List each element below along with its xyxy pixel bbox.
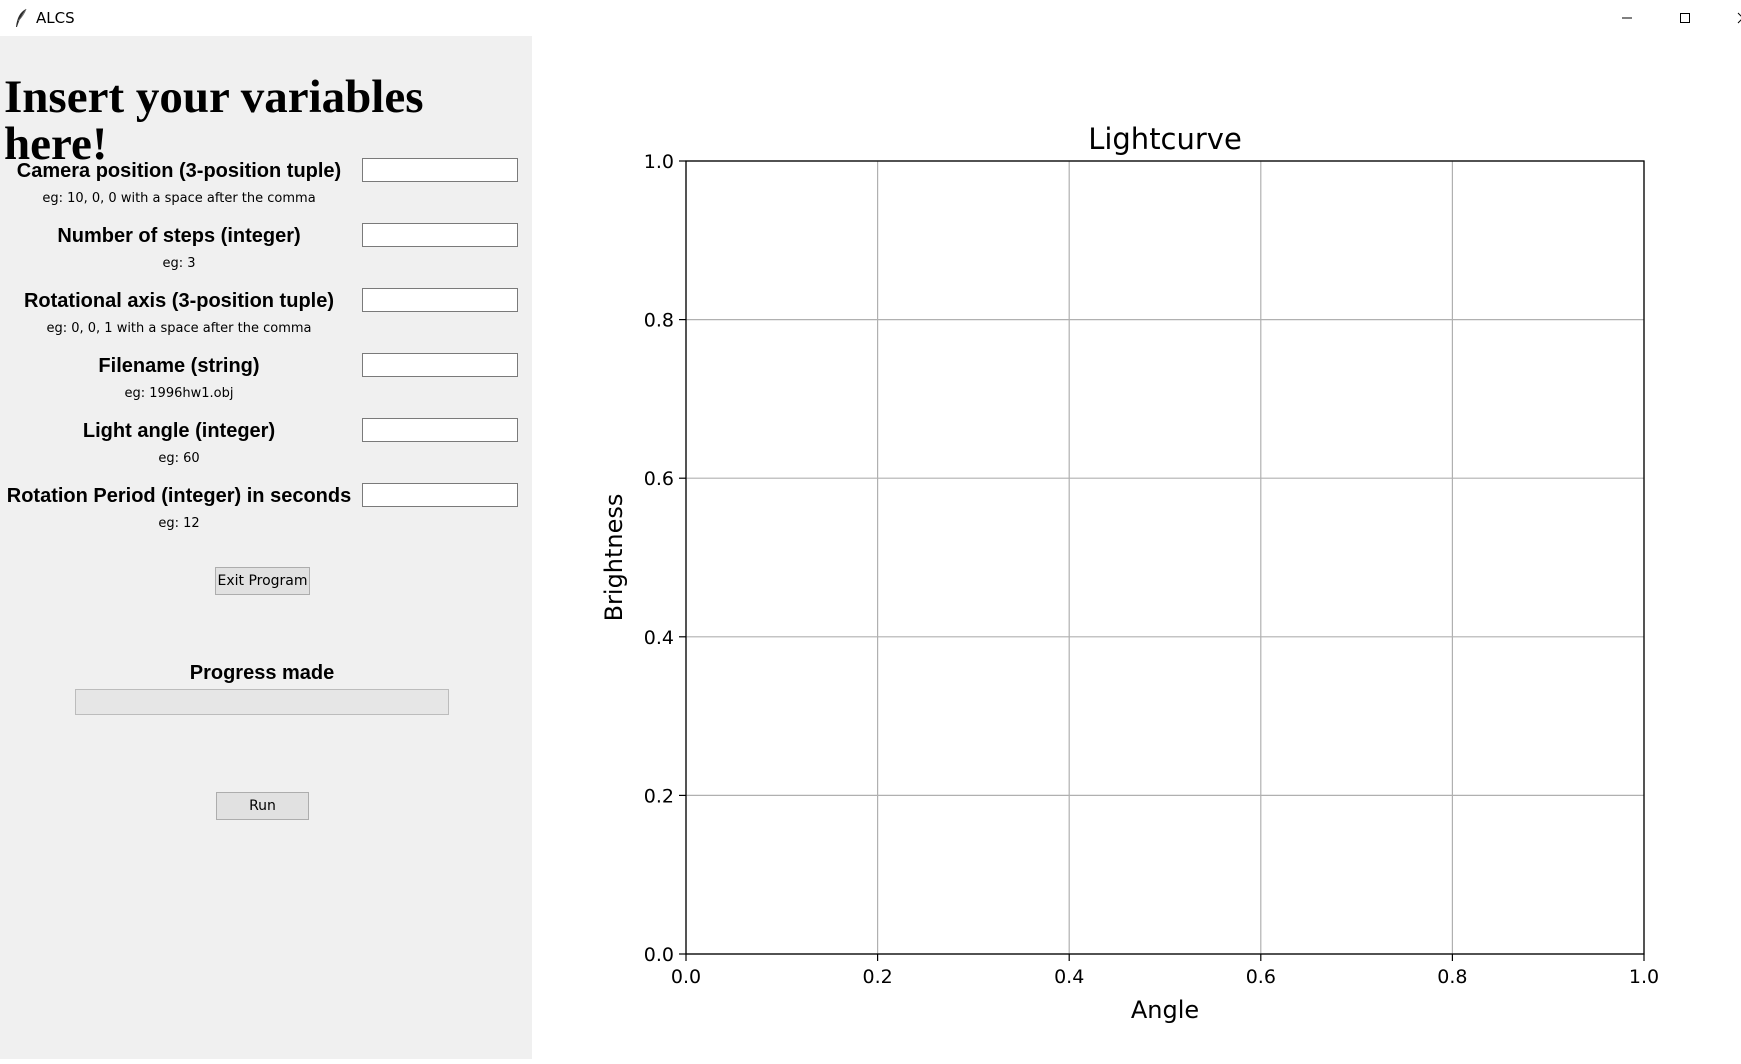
rotational-axis-input[interactable]	[362, 288, 518, 312]
minimize-icon	[1622, 17, 1632, 19]
x-tick-label: 0.2	[862, 966, 892, 988]
field-label: Number of steps (integer)	[57, 225, 301, 247]
variables-panel	[0, 36, 532, 1059]
plot-area	[685, 160, 1645, 955]
field-label: Light angle (integer)	[82, 420, 276, 442]
window-title: ALCS	[36, 9, 75, 27]
close-icon	[1737, 12, 1741, 24]
progress-label: Progress made	[189, 662, 335, 684]
number-of-steps-input[interactable]	[362, 223, 518, 247]
field-label: Camera position (3-position tuple)	[16, 160, 342, 182]
close-button[interactable]	[1720, 0, 1741, 36]
light-angle-input[interactable]	[362, 418, 518, 442]
lightcurve-chart: 0.0 0.2 0.4 0.6 0.8 1.0 0.0 0.2 0.4 0.6 0.8 1.0 Lig…	[532, 36, 1741, 1059]
maximize-button[interactable]	[1662, 0, 1708, 36]
x-tick-label: 0.4	[1054, 966, 1084, 988]
y-tick-label: 0.2	[644, 785, 674, 807]
y-tick-label: 1.0	[644, 151, 674, 173]
rotation-period-input[interactable]	[362, 483, 518, 507]
field-hint: eg: 12	[158, 516, 200, 531]
exit-program-button[interactable]: Exit Program	[215, 567, 310, 595]
form-heading: Insert your variables here!	[4, 71, 424, 170]
chart-title: Lightcurve	[1088, 122, 1242, 156]
field-label: Rotation Period (integer) in seconds	[6, 485, 352, 507]
y-tick-label: 0.4	[644, 627, 674, 649]
x-tick-label: 0.8	[1437, 966, 1467, 988]
feather-icon	[16, 8, 27, 27]
field-hint: eg: 10, 0, 0 with a space after the comm…	[42, 191, 316, 206]
chart-svg: 0.0 0.2 0.4 0.6 0.8 1.0 0.0 0.2 0.4 0.6 0.8 1.0 Lig…	[600, 122, 1659, 1024]
field-hint: eg: 1996hw1.obj	[124, 386, 234, 401]
y-axis-label: Brightness	[600, 494, 628, 622]
x-axis-label: Angle	[1131, 996, 1199, 1024]
field-hint: eg: 0, 0, 1 with a space after the comma	[46, 321, 312, 336]
progress-bar	[75, 689, 449, 715]
x-tick-label: 0.6	[1246, 966, 1276, 988]
field-hint: eg: 3	[162, 256, 196, 271]
filename-input[interactable]	[362, 353, 518, 377]
y-tick-label: 0.8	[644, 310, 674, 332]
y-tick-label: 0.6	[644, 468, 674, 490]
field-label: Rotational axis (3-position tuple)	[23, 290, 334, 312]
minimize-button[interactable]	[1604, 0, 1650, 36]
x-tick-label: 1.0	[1629, 966, 1659, 988]
camera-position-input[interactable]	[362, 158, 518, 182]
x-tick-label: 0.0	[671, 966, 701, 988]
field-label: Filename (string)	[98, 355, 260, 377]
y-tick-label: 0.0	[644, 944, 674, 966]
field-hint: eg: 60	[158, 451, 200, 466]
window-titlebar: ALCS	[0, 0, 1741, 36]
run-button[interactable]: Run	[216, 792, 309, 820]
maximize-icon	[1680, 13, 1690, 23]
